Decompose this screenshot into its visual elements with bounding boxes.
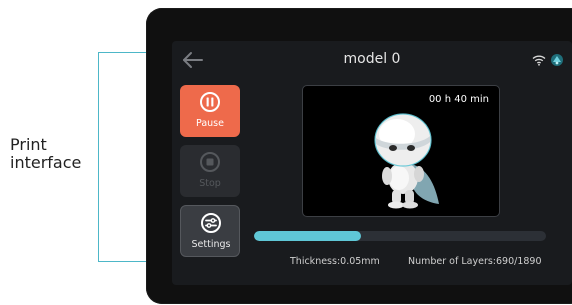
- pause-circle-icon: [200, 92, 220, 112]
- progress-fill: [254, 231, 361, 241]
- pause-label: Pause: [196, 118, 224, 129]
- progress-bar: [254, 231, 546, 241]
- top-bar: model 0: [172, 41, 572, 79]
- layer-count: Number of Layers:690/1890: [408, 256, 542, 267]
- printer-device: model 0 Pause Stop Settings 00 h 40 min …: [146, 8, 572, 304]
- pause-button[interactable]: Pause: [180, 85, 240, 137]
- annotation-line-2: interface: [10, 153, 82, 172]
- model-preview: 00 h 40 min: [302, 85, 500, 217]
- annotation-label: Print interface: [10, 136, 100, 172]
- canvas: Print interface model 0 Pause Stop Setti…: [0, 0, 572, 305]
- settings-sliders-icon: [201, 213, 221, 233]
- settings-button[interactable]: Settings: [180, 205, 240, 257]
- annotation-bracket: [98, 52, 146, 262]
- settings-label: Settings: [191, 239, 231, 250]
- arrow-left-icon[interactable]: [180, 47, 206, 73]
- wifi-icon: [532, 55, 546, 66]
- page-title: model 0: [343, 51, 401, 67]
- annotation-line-1: Print: [10, 135, 47, 154]
- layer-thickness: Thickness:0.05mm: [290, 256, 380, 267]
- stop-circle-icon: [200, 152, 220, 172]
- stop-button[interactable]: Stop: [180, 145, 240, 197]
- stop-label: Stop: [199, 178, 221, 189]
- touch-screen: model 0 Pause Stop Settings 00 h 40 min …: [172, 41, 572, 285]
- network-icon: [551, 54, 563, 66]
- model-figure-image: [374, 113, 439, 209]
